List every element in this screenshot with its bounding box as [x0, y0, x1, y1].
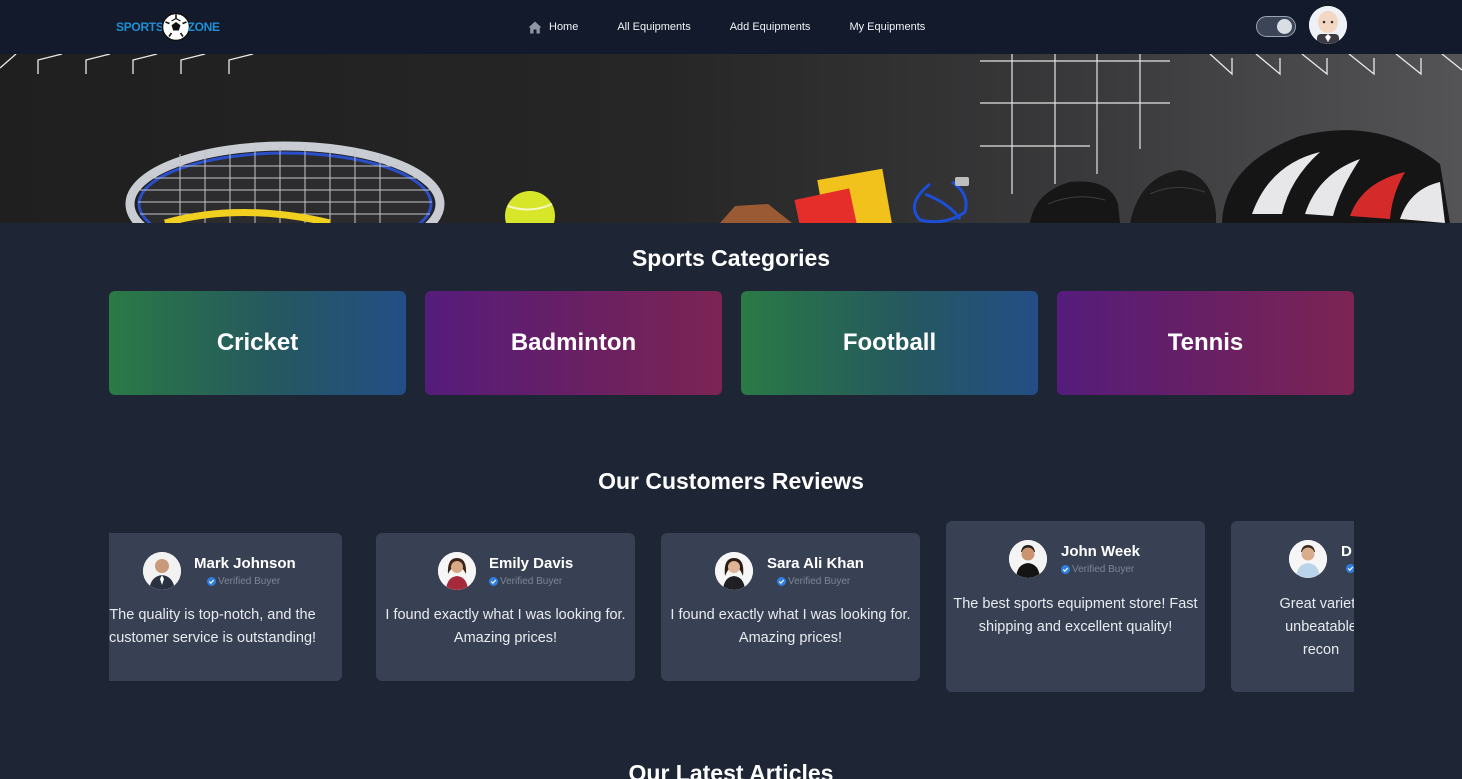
category-label: Football: [842, 329, 937, 356]
site-logo[interactable]: SPORTS ZONE: [116, 11, 220, 43]
review-text: The quality is top-notch, and the custom…: [109, 607, 317, 646]
soccer-ball-icon: [161, 12, 190, 42]
category-label: Badminton: [510, 329, 637, 356]
verified-badge: Verified Buyer: [489, 576, 562, 587]
nav-add-equipments-label: Add Equipments: [729, 21, 811, 33]
nav-my-equipments[interactable]: My Equipments: [849, 21, 925, 33]
category-card-cricket[interactable]: Cricket: [109, 291, 406, 395]
toggle-knob: [1277, 19, 1292, 34]
reviewer-name: D: [1341, 543, 1352, 560]
reviewer-avatar: [715, 552, 753, 590]
reviewer-name: Emily Davis: [489, 555, 574, 572]
review-header: Mark Johnson Verified Buyer: [109, 552, 342, 592]
category-label: Tennis: [1167, 329, 1244, 356]
verified-badge: Verified Buyer: [1061, 564, 1134, 575]
articles-title: Our Latest Articles: [628, 760, 834, 779]
review-text: The best sports equipment store! Fast sh…: [953, 596, 1198, 635]
verified-label: Verified Buyer: [1072, 564, 1135, 575]
review-header: D: [1231, 540, 1354, 580]
verified-label: Verified Buyer: [500, 576, 563, 587]
category-card-tennis[interactable]: Tennis: [1057, 291, 1354, 395]
reviewer-photo: [438, 552, 476, 590]
reviewer-avatar: [438, 552, 476, 590]
verified-label: Verified Buyer: [788, 576, 851, 587]
review-text: I found exactly what I was looking for. …: [670, 607, 911, 646]
home-icon: [528, 21, 542, 33]
reviewer-photo: [1289, 540, 1327, 578]
reviews-carousel[interactable]: Mark Johnson Verified Buyer The quality …: [109, 515, 1354, 705]
nav-home-label: Home: [549, 21, 579, 33]
main-nav: Home All Equipments Add Equipments My Eq…: [528, 0, 964, 54]
reviewer-name: John Week: [1061, 543, 1140, 560]
nav-home[interactable]: Home: [528, 21, 578, 34]
verified-label: Verified Buyer: [218, 576, 281, 587]
hero-banner: [0, 54, 1462, 223]
verified-check-icon: [1061, 565, 1070, 574]
navbar: SPORTS ZONE Home All Equipments Add Equi…: [0, 0, 1462, 54]
review-card[interactable]: D Great variety unbeatable recon: [1231, 521, 1354, 692]
nav-add-equipments[interactable]: Add Equipments: [730, 21, 811, 33]
reviews-title: Our Customers Reviews: [598, 468, 864, 494]
nav-all-equipments-label: All Equipments: [617, 21, 691, 33]
user-avatar-image: [1309, 6, 1347, 44]
reviewer-avatar: [1289, 540, 1327, 578]
reviewer-photo: [715, 552, 753, 590]
logo-text-zone: ZONE: [187, 20, 220, 34]
verified-badge: [1346, 564, 1354, 573]
review-header: John Week Verified Buyer: [946, 540, 1205, 580]
verified-badge: Verified Buyer: [777, 576, 850, 587]
reviewer-name: Mark Johnson: [194, 555, 296, 572]
review-text: Great variety unbeatable recon: [1279, 596, 1355, 658]
hero-sports-illustration: [0, 54, 1462, 223]
review-text: I found exactly what I was looking for. …: [385, 607, 626, 646]
verified-check-icon: [1346, 564, 1354, 573]
theme-toggle[interactable]: [1256, 16, 1296, 37]
reviewer-name: Sara Ali Khan: [767, 555, 864, 572]
reviewer-photo: [143, 552, 181, 590]
verified-check-icon: [207, 577, 216, 586]
category-card-badminton[interactable]: Badminton: [425, 291, 722, 395]
nav-my-equipments-label: My Equipments: [849, 21, 926, 33]
logo-text-sports: SPORTS: [116, 20, 164, 34]
reviewer-avatar: [1009, 540, 1047, 578]
review-header: Sara Ali Khan Verified Buyer: [661, 552, 920, 592]
user-avatar[interactable]: [1309, 6, 1347, 44]
categories-title: Sports Categories: [631, 245, 831, 271]
review-card[interactable]: Emily Davis Verified Buyer I found exact…: [376, 533, 635, 681]
reviewer-photo: [1009, 540, 1047, 578]
review-card[interactable]: Mark Johnson Verified Buyer The quality …: [109, 533, 342, 681]
verified-check-icon: [489, 577, 498, 586]
review-card[interactable]: Sara Ali Khan Verified Buyer I found exa…: [661, 533, 920, 681]
reviewer-avatar: [143, 552, 181, 590]
category-label: Cricket: [216, 329, 299, 356]
nav-all-equipments[interactable]: All Equipments: [617, 21, 690, 33]
category-card-football[interactable]: Football: [741, 291, 1038, 395]
review-card[interactable]: John Week Verified Buyer The best sports…: [946, 521, 1205, 692]
verified-check-icon: [777, 577, 786, 586]
review-header: Emily Davis Verified Buyer: [376, 552, 635, 592]
verified-badge: Verified Buyer: [207, 576, 280, 587]
